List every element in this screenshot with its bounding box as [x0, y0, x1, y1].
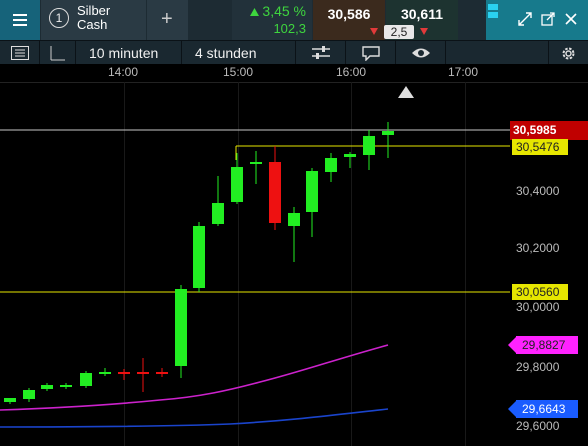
candle-body — [41, 385, 53, 389]
candles-group — [4, 122, 394, 404]
moving-average-magenta — [0, 344, 389, 411]
candle-body — [60, 385, 72, 387]
price-chart[interactable] — [0, 0, 588, 446]
moving-average-blue — [0, 408, 389, 428]
upper-line-badge: 30,5476 — [512, 139, 568, 155]
candle-body — [344, 154, 356, 157]
price-tick: 30,0000 — [516, 300, 560, 314]
chart-marker-icon — [398, 86, 414, 98]
candle-body — [23, 390, 35, 399]
candle-body — [363, 136, 375, 155]
blue-ma-badge: 29,6643 — [516, 400, 578, 418]
candle-body — [231, 167, 243, 202]
candle-body — [4, 398, 16, 402]
price-tick: 30,2000 — [516, 241, 560, 255]
candle-body — [269, 162, 281, 223]
price-tick: 30,4000 — [516, 184, 560, 198]
badge-pointer-icon — [508, 336, 517, 354]
price-tick: 29,8000 — [516, 360, 560, 374]
candle-body — [99, 372, 111, 374]
candle-body — [325, 158, 337, 172]
magenta-ma-badge: 29,8827 — [516, 336, 578, 354]
candle-body — [175, 289, 187, 366]
candle-body — [288, 213, 300, 226]
candle-body — [193, 226, 205, 288]
candle-body — [137, 372, 149, 374]
candle-body — [156, 372, 168, 374]
candle-body — [250, 162, 262, 164]
lower-line-badge: 30,0560 — [512, 284, 568, 300]
candle-body — [80, 373, 92, 386]
current-price-badge: 30,5985 — [510, 121, 588, 140]
candle-body — [306, 171, 318, 212]
candle-body — [382, 131, 394, 135]
candle-body — [212, 203, 224, 224]
candle-body — [118, 372, 130, 374]
badge-pointer-icon — [508, 400, 517, 418]
price-tick: 29,6000 — [516, 419, 560, 433]
